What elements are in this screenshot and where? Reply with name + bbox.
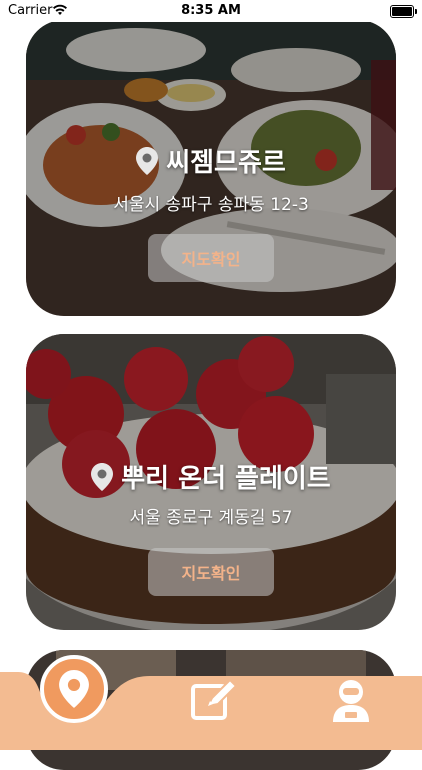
- edit-icon[interactable]: [190, 678, 238, 722]
- battery-icon: [390, 5, 417, 18]
- status-bar: Carrier 8:35 AM: [0, 0, 422, 22]
- location-pin-icon: [91, 463, 114, 491]
- restaurant-address: 서울시 송파구 송파동 12-3: [113, 195, 309, 215]
- restaurant-name-text: 뿌리 온더 플레이트: [121, 464, 331, 494]
- map-pin-icon: [59, 670, 89, 708]
- profile-icon[interactable]: [330, 678, 372, 722]
- restaurant-card[interactable]: 씨젬므쥬르 서울시 송파구 송파동 12-3 지도확인: [26, 20, 396, 316]
- location-pin-icon: [136, 147, 159, 175]
- view-map-button[interactable]: 지도확인: [148, 548, 274, 596]
- view-map-button[interactable]: 지도확인: [148, 234, 274, 282]
- restaurant-name: 뿌리 온더 플레이트: [26, 458, 396, 495]
- restaurant-name-text: 씨젬므쥬르: [166, 148, 286, 178]
- restaurant-name: 씨젬므쥬르: [26, 142, 396, 179]
- clock: 8:35 AM: [181, 3, 241, 18]
- tab-map[interactable]: [40, 655, 108, 723]
- restaurant-card[interactable]: 뿌리 온더 플레이트 서울 종로구 계동길 57 지도확인: [26, 334, 396, 630]
- restaurant-address: 서울 종로구 계동길 57: [129, 508, 293, 528]
